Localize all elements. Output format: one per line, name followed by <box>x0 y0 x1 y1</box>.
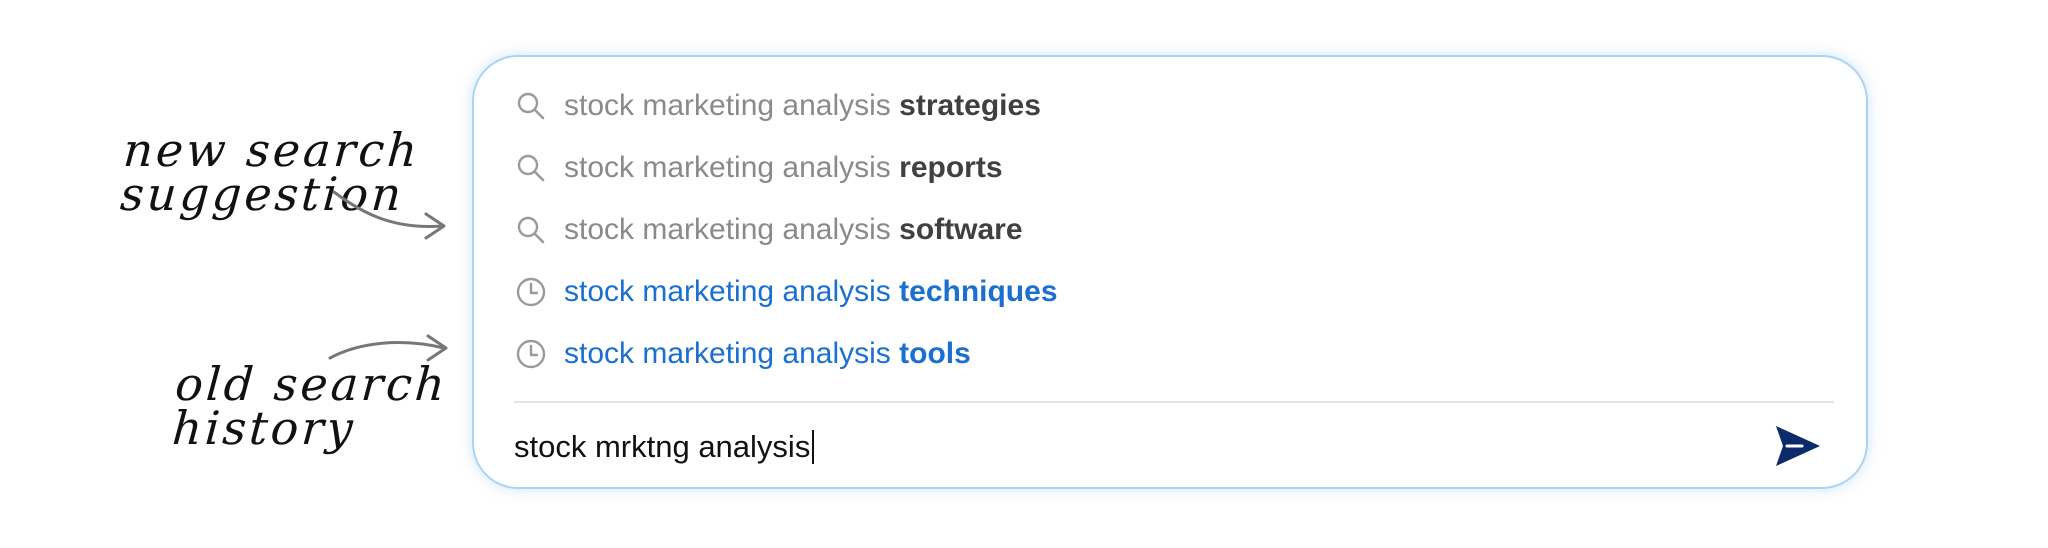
arrow-to-suggestions-icon <box>332 190 446 240</box>
search-autocomplete-panel: stock marketing analysis strategies stoc… <box>472 55 1868 489</box>
suggestion-prefix: stock marketing analysis <box>564 213 900 246</box>
history-item-techniques[interactable]: stock marketing analysis techniques <box>514 261 1834 323</box>
send-button[interactable] <box>1770 419 1826 475</box>
search-icon <box>514 213 548 247</box>
suggestion-completion: tools <box>899 337 971 370</box>
suggestion-list: stock marketing analysis strategies stoc… <box>514 75 1834 385</box>
divider <box>514 401 1834 403</box>
history-clock-icon <box>514 275 548 309</box>
suggestion-completion: reports <box>899 151 1003 184</box>
suggestion-item-software[interactable]: stock marketing analysis software <box>514 199 1834 261</box>
suggestion-item-reports[interactable]: stock marketing analysis reports <box>514 137 1834 199</box>
search-icon <box>514 151 548 185</box>
suggestion-prefix: stock marketing analysis <box>564 89 900 122</box>
search-icon <box>514 89 548 123</box>
history-clock-icon <box>514 337 548 371</box>
suggestion-completion: software <box>899 213 1023 246</box>
suggestion-text: stock marketing analysis software <box>564 213 1023 247</box>
suggestion-item-strategies[interactable]: stock marketing analysis strategies <box>514 75 1834 137</box>
text-cursor <box>812 430 815 464</box>
suggestion-prefix: stock marketing analysis <box>564 151 900 184</box>
suggestion-completion: techniques <box>899 275 1058 308</box>
arrow-to-history-icon <box>328 334 448 362</box>
suggestion-completion: strategies <box>899 89 1041 122</box>
search-input[interactable]: stock mrktng analysis <box>514 419 815 475</box>
suggestion-text: stock marketing analysis strategies <box>564 89 1041 123</box>
search-input-value: stock mrktng analysis <box>514 429 811 464</box>
suggestion-prefix: stock marketing analysis <box>564 337 900 370</box>
suggestion-text: stock marketing analysis reports <box>564 151 1003 185</box>
annotation-old-search-history: old search history <box>170 357 450 455</box>
send-icon <box>1772 420 1824 475</box>
suggestion-text: stock marketing analysis tools <box>564 337 971 371</box>
suggestion-prefix: stock marketing analysis <box>564 275 900 308</box>
suggestion-text: stock marketing analysis techniques <box>564 275 1058 309</box>
history-item-tools[interactable]: stock marketing analysis tools <box>514 323 1834 385</box>
